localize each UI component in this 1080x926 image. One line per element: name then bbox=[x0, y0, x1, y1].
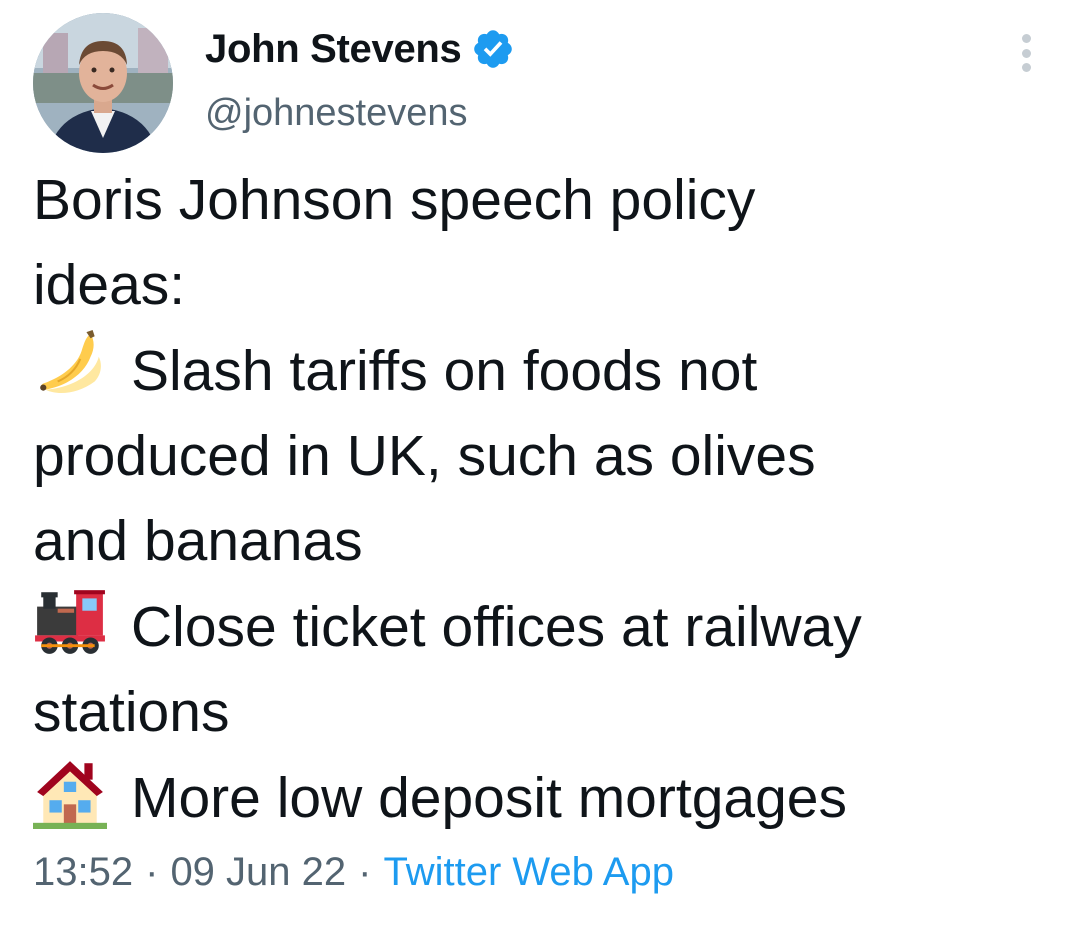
tweet-text: Boris Johnson speech policy ideas: Slash… bbox=[33, 158, 1043, 841]
tweet-line: produced in UK, such as olives bbox=[33, 424, 816, 488]
author-name-row: John Stevens bbox=[205, 24, 515, 74]
tweet-meta: 13:52 · 09 Jun 22 · Twitter Web App bbox=[33, 850, 674, 895]
tweet-line: stations bbox=[33, 680, 230, 744]
tweet-time[interactable]: 13:52 bbox=[33, 850, 133, 894]
author-handle[interactable]: @johnestevens bbox=[205, 92, 468, 135]
more-dot-icon bbox=[1021, 63, 1031, 72]
banana-icon bbox=[40, 330, 101, 394]
verified-badge-icon bbox=[474, 30, 513, 68]
tweet-line: Slash tariffs on foods not bbox=[131, 339, 758, 403]
tweet-card: John Stevens @johnestevens Boris Johnson… bbox=[0, 0, 1080, 926]
meta-separator: · bbox=[358, 850, 372, 894]
house-icon bbox=[33, 761, 107, 829]
tweet-line: Boris Johnson speech policy bbox=[33, 168, 756, 232]
tweet-list-item: More low deposit mortgages bbox=[33, 755, 1043, 841]
more-dot-icon bbox=[1021, 34, 1031, 43]
tweet-line: More low deposit mortgages bbox=[131, 766, 848, 830]
author-name[interactable]: John Stevens bbox=[205, 27, 462, 72]
tweet-list-item: Close ticket offices at railway bbox=[33, 584, 1043, 670]
locomotive-icon bbox=[35, 590, 105, 654]
meta-separator: · bbox=[145, 850, 159, 894]
tweet-source-link[interactable]: Twitter Web App bbox=[383, 850, 674, 894]
tweet-line: Close ticket offices at railway bbox=[131, 595, 862, 659]
more-dot-icon bbox=[1021, 48, 1031, 58]
more-options-button[interactable] bbox=[1008, 30, 1044, 76]
tweet-line: ideas: bbox=[33, 253, 186, 317]
avatar[interactable] bbox=[33, 13, 173, 153]
tweet-line: and bananas bbox=[33, 509, 363, 573]
tweet-date[interactable]: 09 Jun 22 bbox=[170, 850, 346, 894]
tweet-list-item: Slash tariffs on foods not bbox=[33, 328, 1043, 414]
